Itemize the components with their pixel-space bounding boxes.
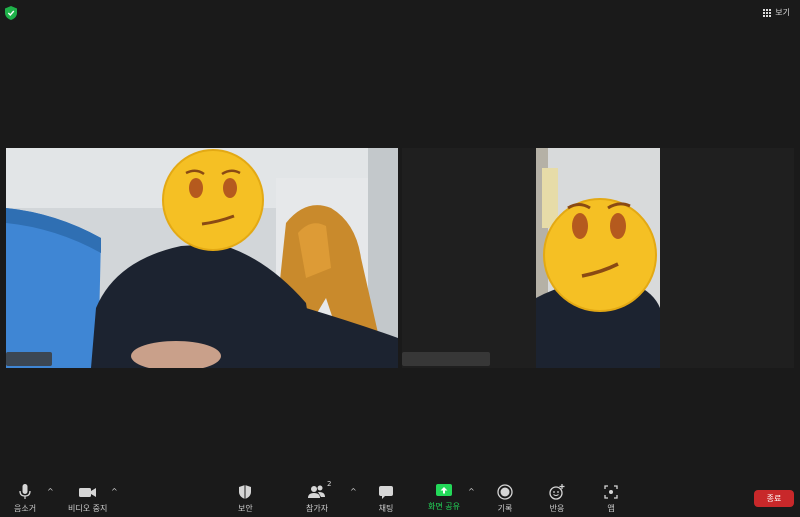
apps-button[interactable]: 앱	[604, 484, 618, 514]
security-label: 보안	[238, 504, 253, 513]
mute-label: 음소거	[14, 504, 37, 513]
security-button[interactable]: 보안	[238, 484, 253, 514]
participants-options-chevron-up-icon[interactable]: ^	[350, 487, 357, 496]
participant-video	[402, 148, 794, 368]
video-camera-icon	[78, 488, 96, 497]
participant-video-tile[interactable]	[6, 148, 398, 368]
participants-button[interactable]: 2 참가자	[306, 480, 331, 514]
grid-view-icon	[763, 8, 772, 17]
security-shield-icon	[239, 485, 252, 499]
chat-bubble-icon	[379, 486, 393, 499]
end-meeting-button[interactable]: 종료	[754, 490, 794, 507]
view-label: 보기	[775, 8, 790, 17]
share-screen-label: 화면 공유	[428, 502, 460, 511]
stop-video-label: 비디오 중지	[68, 504, 108, 513]
participant-name-tag	[6, 352, 52, 366]
participant-video-tile[interactable]	[402, 148, 794, 368]
chat-button[interactable]: 채팅	[378, 484, 394, 514]
view-button[interactable]: 보기	[763, 7, 790, 18]
meeting-toolbar: 음소거 ^ 비디오 중지 ^ 보안 2 참가자 ^ 채팅 화면 공유 ^ 기록 …	[0, 478, 800, 517]
reactions-label: 반응	[549, 504, 565, 513]
participants-label: 참가자	[306, 504, 329, 513]
smiley-plus-icon	[549, 484, 565, 500]
reactions-button[interactable]: 반응	[549, 484, 565, 514]
participant-name-tag	[402, 352, 490, 366]
apps-icon	[604, 485, 618, 499]
participants-icon	[308, 485, 326, 498]
share-screen-button[interactable]: 화면 공유	[428, 484, 460, 512]
stop-video-button[interactable]: 비디오 중지	[68, 484, 107, 514]
mute-button[interactable]: 음소거	[14, 484, 36, 514]
shield-check-icon[interactable]	[5, 6, 17, 20]
audio-options-chevron-up-icon[interactable]: ^	[47, 487, 54, 496]
microphone-icon	[19, 484, 31, 499]
share-screen-arrow-icon	[435, 484, 452, 496]
top-bar: 보기	[0, 0, 800, 26]
apps-label: 앱	[607, 504, 615, 513]
share-options-chevron-up-icon[interactable]: ^	[468, 487, 475, 496]
record-icon	[497, 484, 513, 500]
video-options-chevron-up-icon[interactable]: ^	[111, 487, 118, 496]
record-button[interactable]: 기록	[497, 484, 513, 514]
record-label: 기록	[497, 504, 513, 513]
participant-video	[6, 148, 398, 368]
participants-count: 2	[327, 480, 332, 488]
chat-label: 채팅	[378, 504, 394, 513]
